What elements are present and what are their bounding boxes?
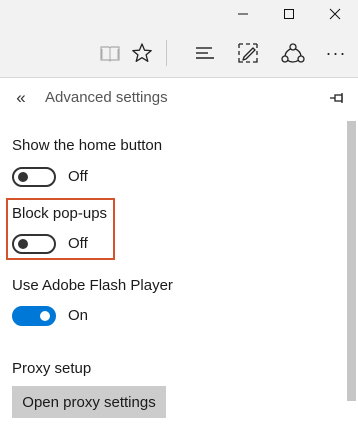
- web-note-button[interactable]: [232, 37, 264, 69]
- panel-scrollbar[interactable]: [347, 121, 356, 401]
- more-icon: ···: [325, 42, 347, 63]
- popups-toggle-state: Off: [68, 235, 88, 252]
- home-button-setting-label: Show the home button: [12, 137, 163, 154]
- back-chevron-icon: «: [16, 88, 26, 107]
- pin-button[interactable]: [326, 87, 348, 109]
- more-button[interactable]: ···: [320, 37, 352, 69]
- share-icon: [281, 43, 305, 63]
- flash-setting-label: Use Adobe Flash Player: [12, 277, 173, 294]
- popups-setting-label: Block pop-ups: [12, 205, 108, 222]
- maximize-button[interactable]: [266, 0, 312, 28]
- flash-toggle[interactable]: [12, 306, 56, 326]
- close-button[interactable]: [312, 0, 358, 28]
- open-proxy-settings-button[interactable]: Open proxy settings: [12, 386, 166, 418]
- settings-panel: « Advanced settings Show the home button…: [0, 79, 358, 434]
- toggle-knob: [40, 311, 50, 321]
- toggle-knob: [18, 172, 28, 182]
- toolbar-separator: [166, 40, 167, 66]
- proxy-setup-label: Proxy setup: [12, 360, 92, 377]
- favorite-button[interactable]: [126, 37, 158, 69]
- home-button-toggle[interactable]: [12, 167, 56, 187]
- reading-view-icon: [100, 46, 120, 62]
- panel-header: « Advanced settings: [0, 79, 358, 117]
- pin-icon: [330, 93, 343, 103]
- minimize-icon: [238, 13, 248, 15]
- flash-toggle-state: On: [68, 307, 89, 324]
- favorite-star-icon: [132, 43, 152, 62]
- hub-button[interactable]: [189, 37, 221, 69]
- toggle-knob: [18, 239, 28, 249]
- browser-toolbar: ···: [0, 28, 358, 78]
- close-icon: [329, 8, 341, 20]
- minimize-button[interactable]: [220, 0, 266, 28]
- home-button-toggle-state: Off: [68, 168, 88, 185]
- popups-toggle[interactable]: [12, 234, 56, 254]
- hub-icon: [196, 47, 214, 59]
- web-note-icon: [238, 43, 258, 63]
- back-button[interactable]: «: [10, 84, 32, 112]
- reading-view-button[interactable]: [94, 37, 126, 69]
- maximize-icon: [284, 9, 294, 19]
- window-titlebar: [0, 0, 358, 28]
- page-title: Advanced settings: [45, 89, 168, 106]
- share-button[interactable]: [277, 37, 309, 69]
